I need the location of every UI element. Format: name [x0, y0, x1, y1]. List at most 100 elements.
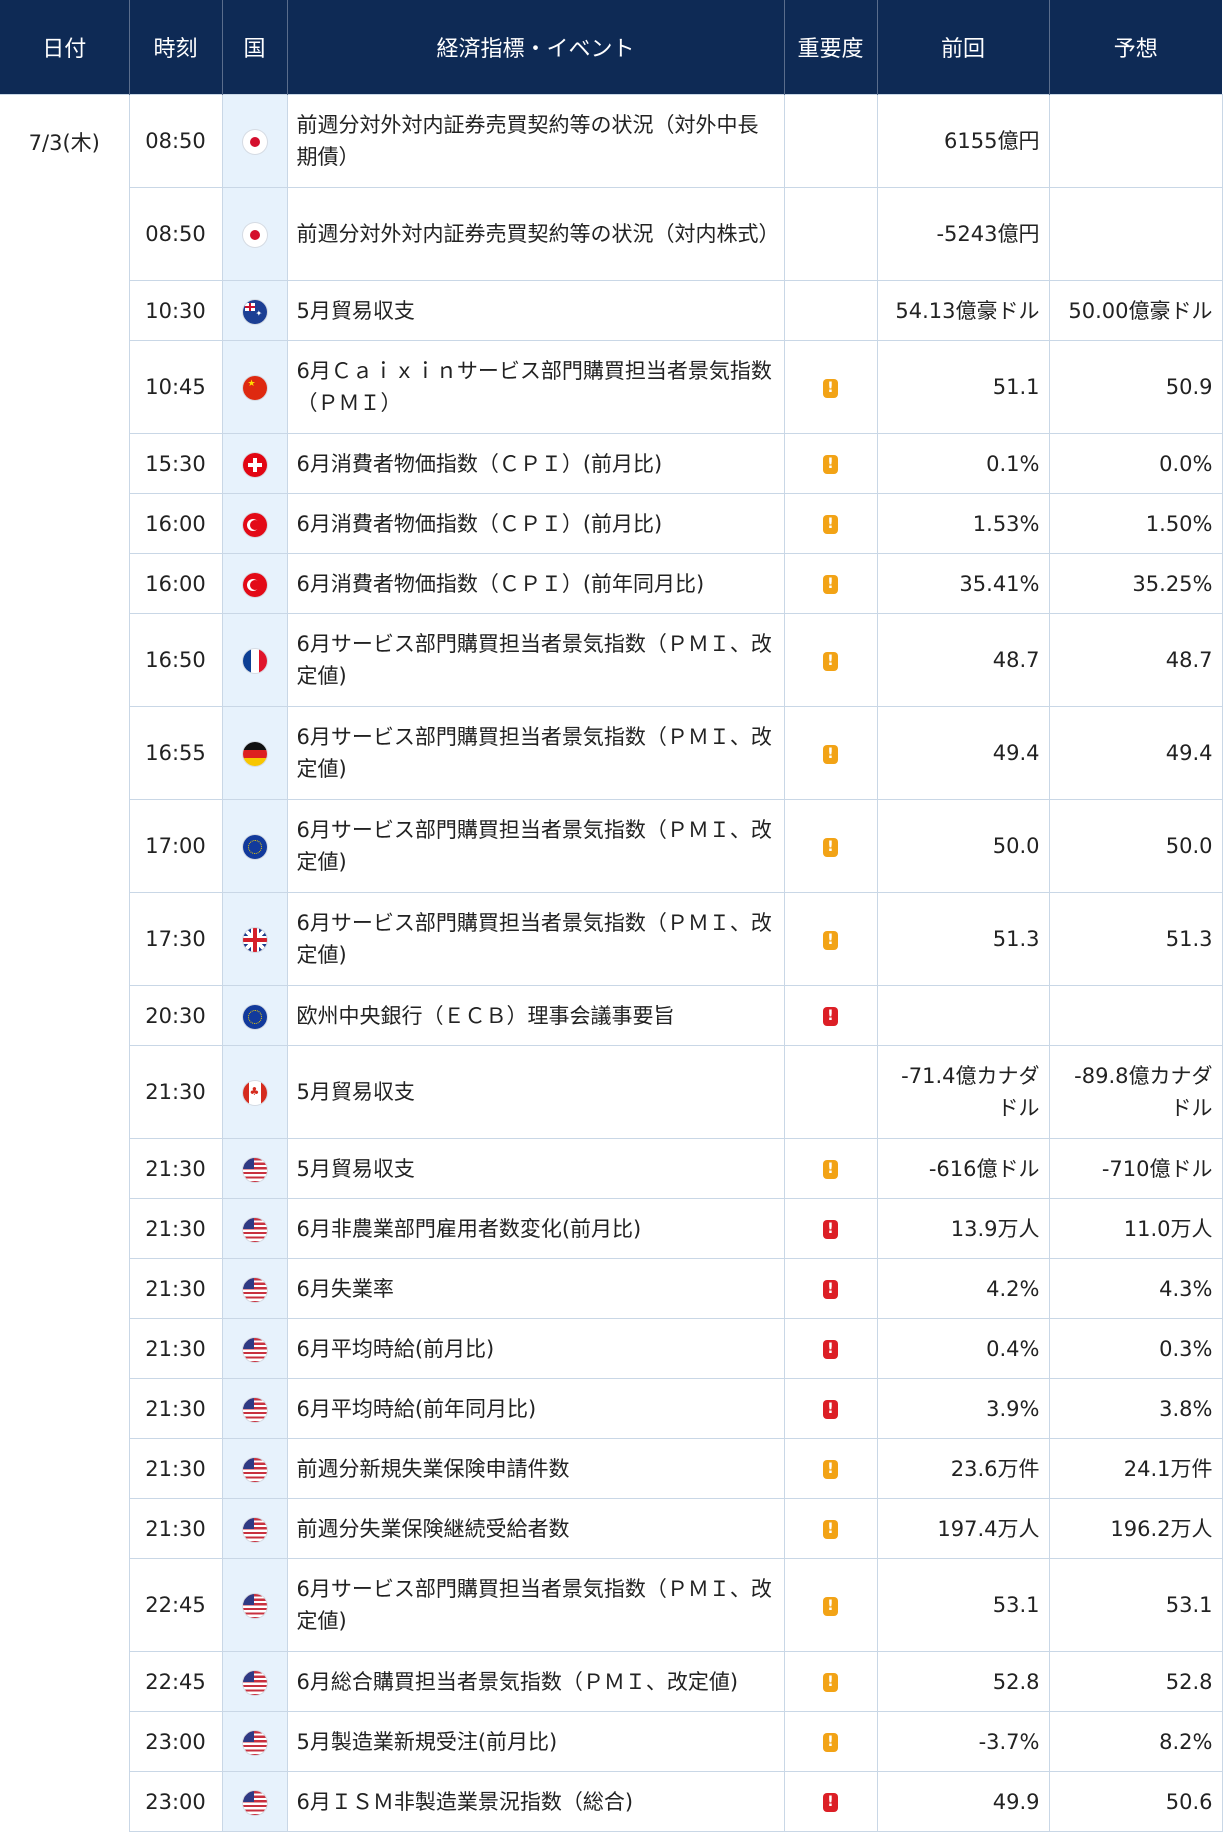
tr-flag-icon: [242, 572, 267, 597]
event-name: 6月サービス部門購買担当者景気指数（ＰＭＩ、改定値): [286, 799, 785, 893]
table-row: 21:30 6月平均時給(前月比)! 0.4% 0.3%: [0, 1318, 1223, 1379]
event-name: 6月消費者物価指数（ＣＰＩ）(前年同月比): [286, 553, 785, 614]
country-cell: [221, 799, 288, 893]
event-name: 6月サービス部門購買担当者景気指数（ＰＭＩ、改定値): [286, 1558, 785, 1652]
event-name: 6月平均時給(前年同月比): [286, 1378, 785, 1439]
table-row: 16:50 6月サービス部門購買担当者景気指数（ＰＭＩ、改定値)! 48.7 48.7: [0, 613, 1223, 707]
previous-value: 1.53%: [876, 493, 1050, 554]
table-row: 23:00 6月ＩＳＭ非製造業景況指数（総合)! 49.9 50.6: [0, 1771, 1223, 1832]
forecast-value: 50.9: [1048, 340, 1223, 434]
table-row: 22:45 6月サービス部門購買担当者景気指数（ＰＭＩ、改定値)! 53.1 53.1: [0, 1558, 1223, 1652]
country-cell: [221, 1711, 288, 1772]
us-flag-icon: [242, 1397, 267, 1422]
header-event: 経済指標・イベント: [287, 0, 785, 95]
country-cell: [221, 433, 288, 494]
country-cell: [221, 1438, 288, 1499]
time-cell: 23:00: [128, 1711, 223, 1772]
table-row: 23:00 5月製造業新規受注(前月比)! -3.7% 8.2%: [0, 1711, 1223, 1772]
time-cell: 16:00: [128, 553, 223, 614]
previous-value: 49.4: [876, 706, 1050, 800]
importance-cell: [783, 187, 878, 281]
previous-value: 54.13億豪ドル: [876, 280, 1050, 341]
previous-value: 0.1%: [876, 433, 1050, 494]
eu-flag-icon: [242, 835, 267, 859]
table-row: 22:45 6月総合購買担当者景気指数（ＰＭＩ、改定値)! 52.8 52.8: [0, 1651, 1223, 1712]
header-previous: 前回: [877, 0, 1050, 95]
calendar-body: 7/3(木) 08:50 前週分対外対内証券売買契約等の状況（対外中長期債） 6155…: [0, 94, 1223, 1832]
us-flag-icon: [242, 1730, 267, 1755]
time-cell: 22:45: [128, 1558, 223, 1652]
time-cell: 10:45: [128, 340, 223, 434]
us-flag-icon: [242, 1217, 267, 1242]
importance-cell: !: [783, 493, 878, 554]
forecast-value: [1048, 985, 1223, 1046]
importance-medium-icon: !: [823, 930, 838, 950]
table-row: 17:30 6月サービス部門購買担当者景気指数（ＰＭＩ、改定値)! 51.3 51.3: [0, 892, 1223, 986]
jp-flag-icon: [242, 130, 267, 154]
time-cell: 10:30: [128, 280, 223, 341]
importance-cell: [783, 280, 878, 341]
importance-cell: !: [783, 433, 878, 494]
forecast-value: 50.0: [1048, 799, 1223, 893]
time-cell: 17:00: [128, 799, 223, 893]
au-flag-icon: [242, 299, 267, 324]
forecast-value: 53.1: [1048, 1558, 1223, 1652]
importance-cell: !: [783, 1258, 878, 1319]
table-row: 21:30 6月平均時給(前年同月比)! 3.9% 3.8%: [0, 1378, 1223, 1439]
event-name: 6月非農業部門雇用者数変化(前月比): [286, 1198, 785, 1259]
table-row: 16:00 6月消費者物価指数（ＣＰＩ）(前月比)! 1.53% 1.50%: [0, 493, 1223, 554]
importance-medium-icon: !: [823, 1673, 838, 1692]
time-cell: 08:50: [128, 187, 223, 281]
previous-value: -616億ドル: [876, 1138, 1050, 1199]
us-flag-icon: [242, 1457, 267, 1482]
previous-value: 52.8: [876, 1651, 1050, 1712]
time-cell: 16:50: [128, 613, 223, 707]
gb-flag-icon: [242, 928, 267, 952]
previous-value: -3.7%: [876, 1711, 1050, 1772]
time-cell: 21:30: [128, 1045, 223, 1139]
previous-value: 53.1: [876, 1558, 1050, 1652]
economic-calendar-table: 日付 時刻 国 経済指標・イベント 重要度 前回 予想 7/3(木) 08:50 前…: [0, 0, 1223, 1832]
country-cell: [221, 553, 288, 614]
importance-cell: !: [783, 613, 878, 707]
us-flag-icon: [242, 1670, 267, 1695]
country-cell: [221, 94, 288, 188]
time-cell: 21:30: [128, 1318, 223, 1379]
table-row: 10:30 5月貿易収支 54.13億豪ドル50.00億豪ドル: [0, 280, 1223, 341]
forecast-value: 49.4: [1048, 706, 1223, 800]
country-cell: [221, 1498, 288, 1559]
previous-value: 13.9万人: [876, 1198, 1050, 1259]
previous-value: 48.7: [876, 613, 1050, 707]
previous-value: 0.4%: [876, 1318, 1050, 1379]
table-row: 7/3(木) 08:50 前週分対外対内証券売買契約等の状況（対外中長期債） 6155…: [0, 94, 1223, 1832]
country-cell: [221, 1318, 288, 1379]
country-cell: [221, 1651, 288, 1712]
importance-cell: !: [783, 892, 878, 986]
time-cell: 16:55: [128, 706, 223, 800]
table-row: 17:00 6月サービス部門購買担当者景気指数（ＰＭＩ、改定値)! 50.0 50.0: [0, 799, 1223, 893]
table-row: 21:30 前週分新規失業保険申請件数! 23.6万件 24.1万件: [0, 1438, 1223, 1499]
previous-value: 51.1: [876, 340, 1050, 434]
importance-medium-icon: !: [823, 455, 838, 474]
event-name: 6月平均時給(前月比): [286, 1318, 785, 1379]
country-cell: [221, 493, 288, 554]
previous-value: 51.3: [876, 892, 1050, 986]
event-name: 6月サービス部門購買担当者景気指数（ＰＭＩ、改定値): [286, 892, 785, 986]
table-row: 21:30 5月貿易収支 -71.4億カナダドル-89.8億カナダドル: [0, 1045, 1223, 1139]
table-row: 10:45 6月Ｃａｉｘｉｎサービス部門購買担当者景気指数（ＰＭＩ）! 51.150…: [0, 340, 1223, 434]
time-cell: 15:30: [128, 433, 223, 494]
ch-flag-icon: [242, 452, 267, 477]
previous-value: 49.9: [876, 1771, 1050, 1832]
forecast-value: 3.8%: [1048, 1378, 1223, 1439]
importance-medium-icon: !: [823, 1520, 838, 1539]
country-cell: [221, 892, 288, 986]
country-cell: [221, 1138, 288, 1199]
forecast-value: 48.7: [1048, 613, 1223, 707]
table-row: 16:00 6月消費者物価指数（ＣＰＩ）(前年同月比)! 35.41% 35.25%: [0, 553, 1223, 614]
us-flag-icon: [242, 1790, 267, 1815]
forecast-value: 196.2万人: [1048, 1498, 1223, 1559]
importance-high-icon: !: [823, 1793, 838, 1812]
importance-medium-icon: !: [823, 1596, 838, 1616]
event-name: 6月消費者物価指数（ＣＰＩ）(前月比): [286, 493, 785, 554]
forecast-value: 51.3: [1048, 892, 1223, 986]
